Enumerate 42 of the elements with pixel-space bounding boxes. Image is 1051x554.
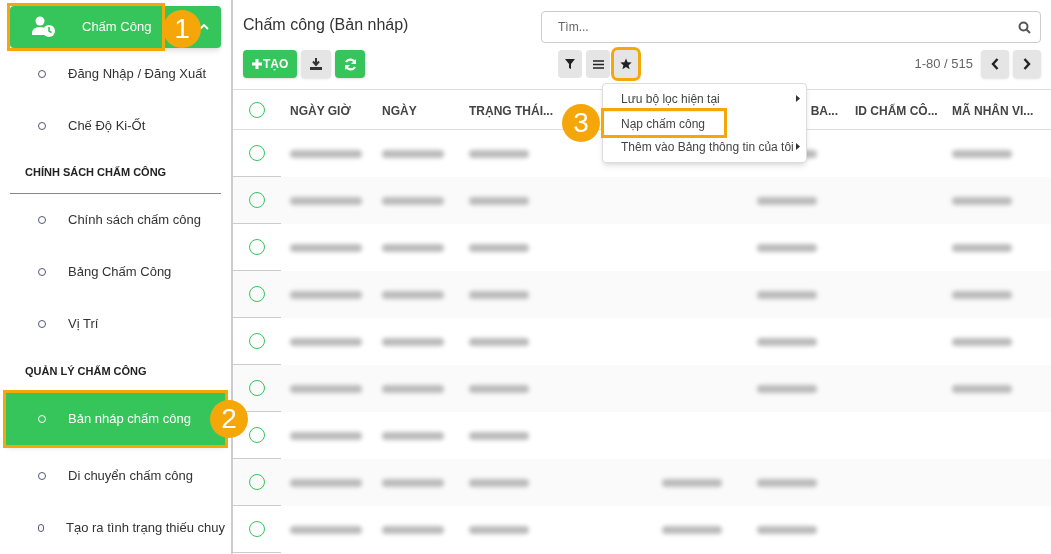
step-badge: 3 [562,104,600,142]
search-field[interactable]: Tìm... [541,11,1041,43]
submenu-arrow-icon [796,95,800,102]
group-by-button[interactable] [586,50,611,78]
section-heading: QUẢN LÝ CHẤM CÔNG [25,363,147,379]
column-header[interactable]: NGÀY GIỜ [290,103,351,118]
plus-icon [252,59,262,69]
chevron-left-icon [991,58,999,70]
menu-item[interactable]: Lưu bộ lọc hiện tại [603,87,806,111]
filter-icon [565,59,576,69]
next-button[interactable] [1013,50,1041,78]
sidebar-item[interactable]: Đăng Nhập / Đăng Xuất [6,47,225,100]
column-header[interactable]: ID CHẤM CÔ... [855,103,938,118]
pager-text: 1-80 / 515 [914,55,973,74]
menu-header-label: Chấm Công [82,18,152,37]
column-header[interactable]: NGÀY [382,103,417,118]
user-clock-icon [30,14,56,39]
sidebar-item[interactable]: Di chuyển chấm công [6,450,225,502]
sidebar-item[interactable]: Bảng Chấm Công [6,246,225,299]
sidebar-item[interactable]: Vị Trí [6,298,225,351]
download-button[interactable] [301,50,332,78]
favorites-button[interactable] [614,50,639,78]
star-icon [620,58,633,70]
sidebar-item[interactable]: Chế Độ Ki-Ốt [6,99,225,152]
sidebar-item[interactable]: Tạo ra tình trạng thiếu chuy [6,502,225,554]
bullet-icon [38,524,44,532]
refresh-icon [343,57,357,71]
search-icon [1018,21,1031,34]
column-header[interactable]: MÃ NHÂN VI... [952,103,1034,118]
menu-item[interactable]: Thêm vào Bảng thông tin của tôi [603,135,806,159]
download-icon [310,58,323,70]
submenu-arrow-icon [796,143,800,150]
sidebar-item[interactable]: Chính sách chấm công [6,194,225,247]
page-title: Chấm công (Bản nháp) [243,15,409,35]
column-header[interactable]: BA... [810,103,838,118]
chevron-right-icon [1023,58,1031,70]
list-icon [592,59,604,69]
section-heading: CHÍNH SÁCH CHẤM CÔNG [25,165,167,181]
filter-button[interactable] [558,50,583,78]
column-header[interactable]: TRẠNG THÁI... [469,103,553,118]
menu-item[interactable]: Nạp chấm công [604,111,724,135]
previous-button[interactable] [981,50,1009,78]
